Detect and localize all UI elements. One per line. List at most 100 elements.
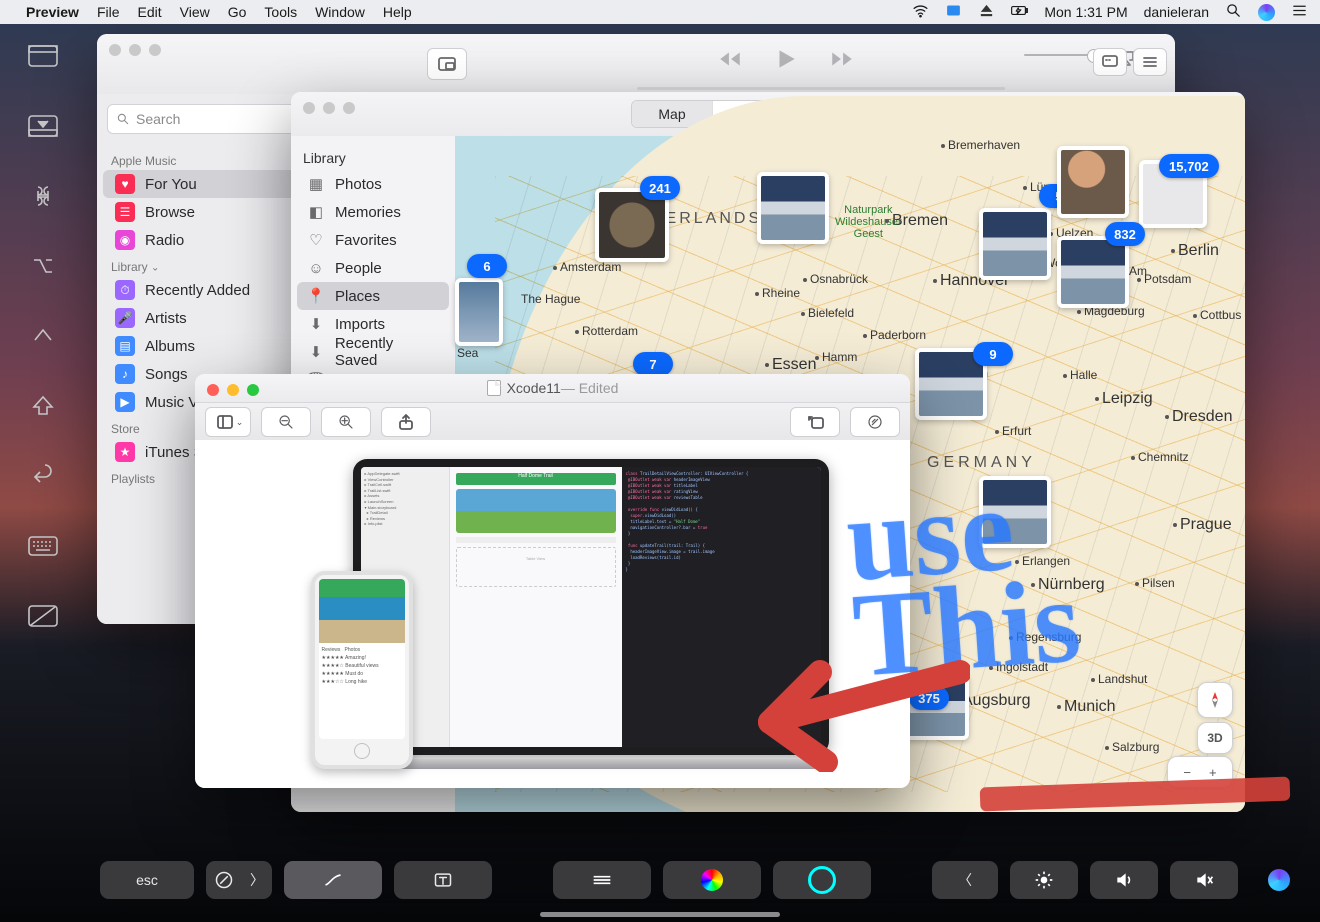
stroke-style-button[interactable] — [553, 861, 651, 899]
sidebar-item-browse[interactable]: ☰Browse — [103, 198, 301, 226]
menubar-clock[interactable]: Mon 1:31 PM — [1044, 4, 1127, 20]
map-thumb[interactable] — [1057, 146, 1129, 218]
menu-window[interactable]: Window — [315, 4, 365, 20]
siri-button[interactable] — [1250, 861, 1308, 899]
menu-help[interactable]: Help — [383, 4, 412, 20]
map-thumb[interactable] — [757, 172, 829, 244]
eject-icon[interactable] — [978, 2, 995, 22]
minimize-button[interactable] — [227, 384, 239, 396]
spotlight-icon[interactable] — [1225, 2, 1242, 22]
rotate-button[interactable] — [790, 407, 840, 437]
map-thumb[interactable] — [455, 278, 503, 346]
zoom-button[interactable] — [343, 102, 355, 114]
sidebar-item-photos[interactable]: ▦Photos — [297, 170, 449, 198]
sidebar-item-albums[interactable]: ▤Albums — [103, 332, 301, 360]
keyboard-icon[interactable] — [26, 532, 60, 560]
play-button[interactable] — [773, 46, 799, 75]
app-name[interactable]: Preview — [26, 4, 79, 20]
zoom-button[interactable] — [149, 44, 161, 56]
edited-label: — Edited — [561, 380, 619, 396]
prev-track-button[interactable] — [717, 46, 743, 75]
3d-button[interactable]: 3D — [1197, 722, 1233, 754]
map-thumb[interactable] — [979, 476, 1051, 548]
document-icon — [487, 380, 501, 396]
zoom-out-button[interactable] — [261, 407, 311, 437]
close-button[interactable] — [207, 384, 219, 396]
progress-bar[interactable] — [637, 87, 1005, 90]
back-button[interactable]: 〈 — [932, 861, 998, 899]
lyrics-button[interactable] — [1093, 48, 1127, 76]
close-button[interactable] — [303, 102, 315, 114]
menu-tools[interactable]: Tools — [264, 4, 297, 20]
menu-go[interactable]: Go — [228, 4, 247, 20]
zoom-in-button[interactable] — [321, 407, 371, 437]
menubar-user[interactable]: danieleran — [1144, 4, 1209, 20]
siri-icon[interactable] — [1258, 4, 1275, 21]
city-hamm: Hamm — [815, 350, 857, 364]
battery-icon[interactable] — [1011, 2, 1028, 22]
sidebar-item-recently-added[interactable]: ⏱Recently Added — [103, 276, 301, 304]
menu-edit[interactable]: Edit — [138, 4, 162, 20]
sidebar-item-imports[interactable]: ⬇Imports — [297, 310, 449, 338]
city-paderborn: Paderborn — [863, 328, 926, 342]
preview-toolbar: ⌄ — [195, 403, 910, 442]
map-badge: 9 — [973, 342, 1013, 366]
menu-view[interactable]: View — [180, 4, 210, 20]
sidebar-item-artists[interactable]: 🎤Artists — [103, 304, 301, 332]
home-indicator[interactable] — [540, 912, 780, 917]
pen-tool-button[interactable] — [284, 861, 382, 899]
sidebar-item-people[interactable]: ☺People — [297, 254, 449, 282]
compass-button[interactable] — [1197, 682, 1233, 718]
pin-icon: 📍 — [307, 287, 325, 305]
text-tool-button[interactable] — [394, 861, 492, 899]
minimize-button[interactable] — [129, 44, 141, 56]
zoom-button[interactable] — [247, 384, 259, 396]
menu-file[interactable]: File — [97, 4, 120, 20]
notification-center-icon[interactable] — [1291, 2, 1308, 22]
section-library[interactable]: Library ⌄ — [97, 254, 307, 276]
city-pilsen: Pilsen — [1135, 576, 1175, 590]
share-button[interactable] — [381, 407, 431, 437]
mute-button[interactable] — [1170, 861, 1238, 899]
zoom-in-button[interactable]: + — [1209, 765, 1217, 780]
sidebar-item-favorites[interactable]: ♡Favorites — [297, 226, 449, 254]
next-track-button[interactable] — [829, 46, 855, 75]
sidebar-item-places[interactable]: 📍Places — [297, 282, 449, 310]
undo-icon[interactable] — [26, 462, 60, 490]
minimize-button[interactable] — [323, 102, 335, 114]
option-icon[interactable] — [26, 252, 60, 280]
screen-mirroring-icon[interactable] — [945, 2, 962, 22]
map-thumb[interactable] — [979, 208, 1051, 280]
color-stroke-button[interactable] — [773, 861, 871, 899]
library-section: Library — [291, 146, 455, 170]
sidebar-item-radio[interactable]: ◉Radio — [103, 226, 301, 254]
sidebar-item-memories[interactable]: ◧Memories — [297, 198, 449, 226]
wifi-icon[interactable] — [912, 2, 929, 22]
city-am: Am — [1129, 264, 1147, 278]
shift-icon[interactable] — [26, 392, 60, 420]
markup-button[interactable] — [850, 407, 900, 437]
miniplayer-button[interactable] — [427, 48, 467, 80]
sidebar-item-for-you[interactable]: ♥For You — [103, 170, 301, 198]
volume-button[interactable] — [1090, 861, 1158, 899]
map-thumb[interactable] — [1057, 236, 1129, 308]
zoom-out-button[interactable]: − — [1183, 765, 1191, 780]
window-icon[interactable] — [26, 42, 60, 70]
close-button[interactable] — [109, 44, 121, 56]
esc-key[interactable]: esc — [100, 861, 194, 899]
xcode-editor: class TrailDetailViewController: UIViewC… — [622, 467, 821, 747]
sidebar-item-recently-saved[interactable]: ⬇Recently Saved — [297, 338, 449, 366]
dock-icon[interactable] — [26, 112, 60, 140]
disconnect-icon[interactable] — [26, 602, 60, 630]
preview-titlebar[interactable]: Xcode11 — Edited — [195, 374, 910, 403]
brightness-button[interactable] — [1010, 861, 1078, 899]
photos-icon: ▦ — [307, 175, 325, 193]
city-regensburg: Regensburg — [1009, 630, 1081, 644]
music-search-input[interactable]: Search — [107, 104, 297, 134]
color-fill-button[interactable] — [663, 861, 761, 899]
control-icon[interactable] — [26, 322, 60, 350]
command-icon[interactable] — [26, 182, 60, 210]
queue-button[interactable] — [1133, 48, 1167, 76]
sidebar-view-button[interactable]: ⌄ — [205, 407, 251, 437]
markup-toggle-group[interactable]: 〉 — [206, 861, 272, 899]
